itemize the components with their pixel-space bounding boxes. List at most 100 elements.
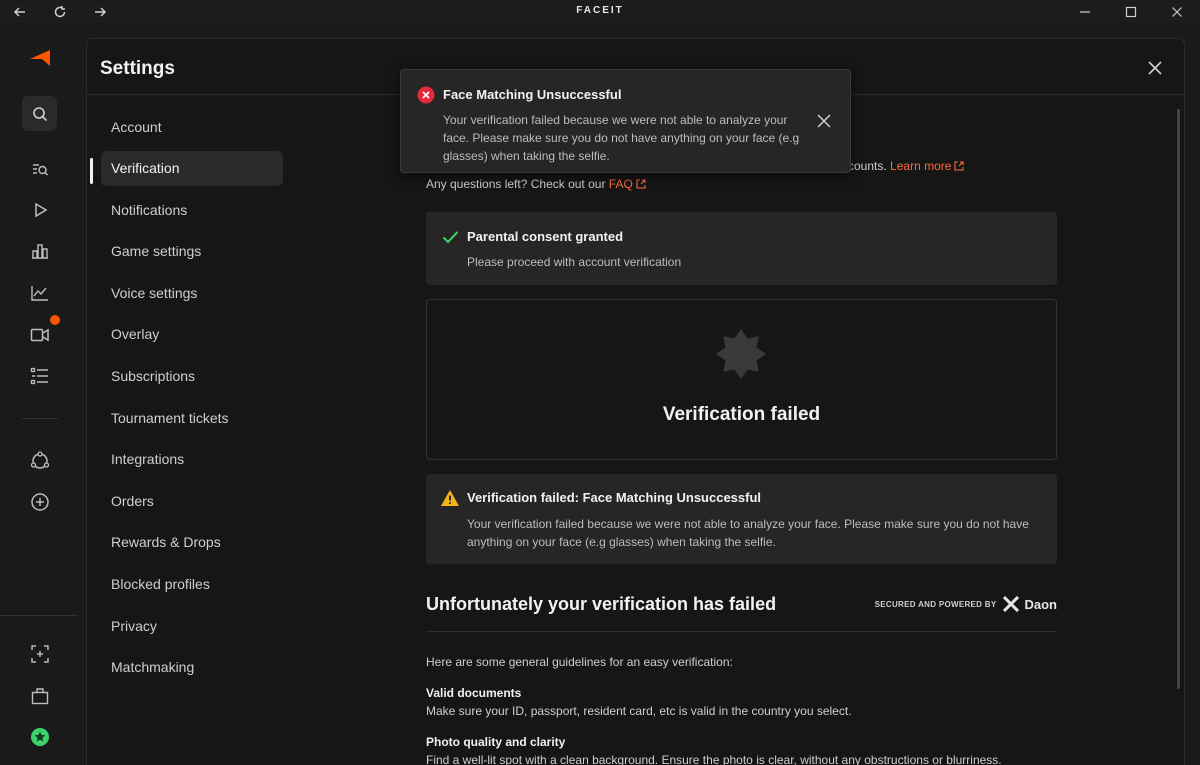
status-title: Verification failed (662, 404, 821, 425)
faceit-logo[interactable] (20, 41, 60, 75)
reload-button[interactable] (40, 0, 80, 23)
find-players-icon (33, 164, 49, 176)
faq-label: FAQ (608, 177, 633, 191)
rail-divider-bottom (0, 615, 78, 616)
active-indicator (90, 158, 93, 184)
warning-icon (441, 490, 459, 506)
settings-menu-item[interactable]: Account (101, 109, 283, 144)
rail-clubs[interactable] (20, 444, 60, 478)
settings-menu-item[interactable]: Verification (101, 150, 283, 186)
briefcase-icon (31, 688, 49, 705)
settings-menu-item[interactable]: Overlay (101, 317, 283, 352)
secured-text: SECURED AND POWERED BY (874, 599, 997, 609)
notification-dot (50, 315, 60, 325)
error-icon (417, 86, 435, 104)
warning-text: Your verification failed because we were… (467, 517, 1029, 549)
settings-menu-item[interactable]: Orders (101, 483, 283, 518)
settings-menu-item[interactable]: Blocked profiles (101, 567, 283, 602)
search-button[interactable] (22, 96, 57, 131)
settings-menu-item[interactable]: Tournament tickets (101, 400, 283, 435)
settings-menu-item[interactable]: Matchmaking (101, 650, 283, 685)
rail-play[interactable] (20, 193, 60, 227)
external-link-icon (636, 179, 646, 189)
status-card: Verification failed (426, 299, 1057, 460)
add-frame-icon (31, 645, 49, 663)
window-close-button[interactable] (1154, 0, 1200, 23)
questions-text: Any questions left? Check out our (426, 177, 609, 191)
close-icon (1172, 6, 1182, 17)
stats-chart-icon (31, 286, 48, 301)
app-brand: FACEIT (576, 5, 624, 16)
toast-title: Face Matching Unsuccessful (443, 87, 622, 102)
intro-text: counts. (848, 159, 887, 173)
rail-find-match[interactable] (20, 152, 60, 186)
consent-text: Please proceed with account verification (467, 255, 682, 269)
guideline-text: Make sure your ID, passport, resident ca… (426, 704, 852, 718)
toast-close-button[interactable] (814, 111, 834, 131)
rail-inventory[interactable] (20, 679, 60, 713)
title-bar: FACEIT (0, 0, 1200, 23)
rail-profile[interactable] (20, 720, 60, 754)
daon-logo-icon (1002, 596, 1019, 612)
settings-menu-item[interactable]: Rewards & Drops (101, 525, 283, 560)
warning-title: Verification failed: Face Matching Unsuc… (467, 490, 762, 505)
rail-leaderboards[interactable] (20, 234, 60, 268)
intro-line-1: counts. Learn more (848, 159, 964, 173)
learn-more-label: Learn more (890, 159, 952, 173)
reload-icon (54, 5, 66, 17)
close-icon (1148, 61, 1162, 75)
profile-star-icon (31, 728, 49, 746)
faq-link[interactable]: FAQ (609, 177, 646, 191)
arrow-left-icon (13, 6, 25, 17)
scrollbar-thumb[interactable] (1177, 109, 1180, 689)
back-button[interactable] (0, 0, 40, 23)
list-icon (30, 367, 48, 385)
guideline-title: Valid documents (426, 686, 522, 700)
settings-menu-item[interactable]: Privacy (101, 608, 283, 643)
left-rail (0, 23, 78, 765)
provider-name: Daon (1024, 596, 1058, 612)
faceit-logo-icon (30, 50, 50, 66)
secured-by: SECURED AND POWERED BY Daon (875, 596, 1057, 612)
error-toast: Face Matching Unsuccessful Your verifica… (400, 69, 851, 173)
guideline-title: Photo quality and clarity (426, 735, 566, 749)
rail-divider (22, 418, 58, 419)
learn-more-link[interactable]: Learn more (890, 159, 964, 173)
consent-card: Parental consent granted Please proceed … (426, 212, 1057, 285)
section-divider (426, 631, 1057, 632)
minimize-icon (1080, 10, 1090, 13)
search-icon (32, 106, 47, 121)
video-camera-icon (30, 328, 49, 342)
settings-menu-item[interactable]: Notifications (101, 192, 283, 227)
rail-add[interactable] (20, 485, 60, 519)
settings-menu-item[interactable]: Subscriptions (101, 359, 283, 394)
plus-circle-icon (31, 493, 49, 511)
guidelines-intro: Here are some general guidelines for an … (426, 655, 733, 669)
toast-message: Your verification failed because we were… (443, 113, 800, 163)
close-icon (817, 114, 831, 128)
play-icon (35, 202, 48, 218)
guideline-text: Find a well-lit spot with a clean backgr… (426, 753, 1002, 765)
maximize-icon (1125, 6, 1137, 17)
failed-section-title: Unfortunately your verification has fail… (426, 594, 777, 614)
page-title: Settings (100, 58, 175, 79)
forward-button[interactable] (80, 0, 120, 23)
settings-menu-item[interactable]: Voice settings (101, 275, 283, 310)
rail-create-party[interactable] (20, 637, 60, 671)
consent-title: Parental consent granted (467, 229, 624, 244)
rail-stats[interactable] (20, 276, 60, 310)
minimize-button[interactable] (1062, 0, 1108, 23)
intro-line-2: Any questions left? Check out our FAQ (426, 177, 646, 191)
failed-badge-icon (716, 329, 766, 379)
rail-missions[interactable] (20, 359, 60, 393)
settings-menu-item[interactable]: Integrations (101, 442, 283, 477)
clubs-icon (30, 451, 50, 469)
check-icon (442, 231, 459, 244)
arrow-right-icon (95, 6, 107, 17)
settings-menu: Account Verification Notifications Game set… (101, 109, 283, 691)
leaderboard-icon (32, 244, 48, 259)
maximize-button[interactable] (1108, 0, 1154, 23)
settings-close-button[interactable] (1144, 57, 1166, 79)
settings-menu-item[interactable]: Game settings (101, 234, 283, 269)
warning-card: Verification failed: Face Matching Unsuc… (426, 474, 1057, 564)
